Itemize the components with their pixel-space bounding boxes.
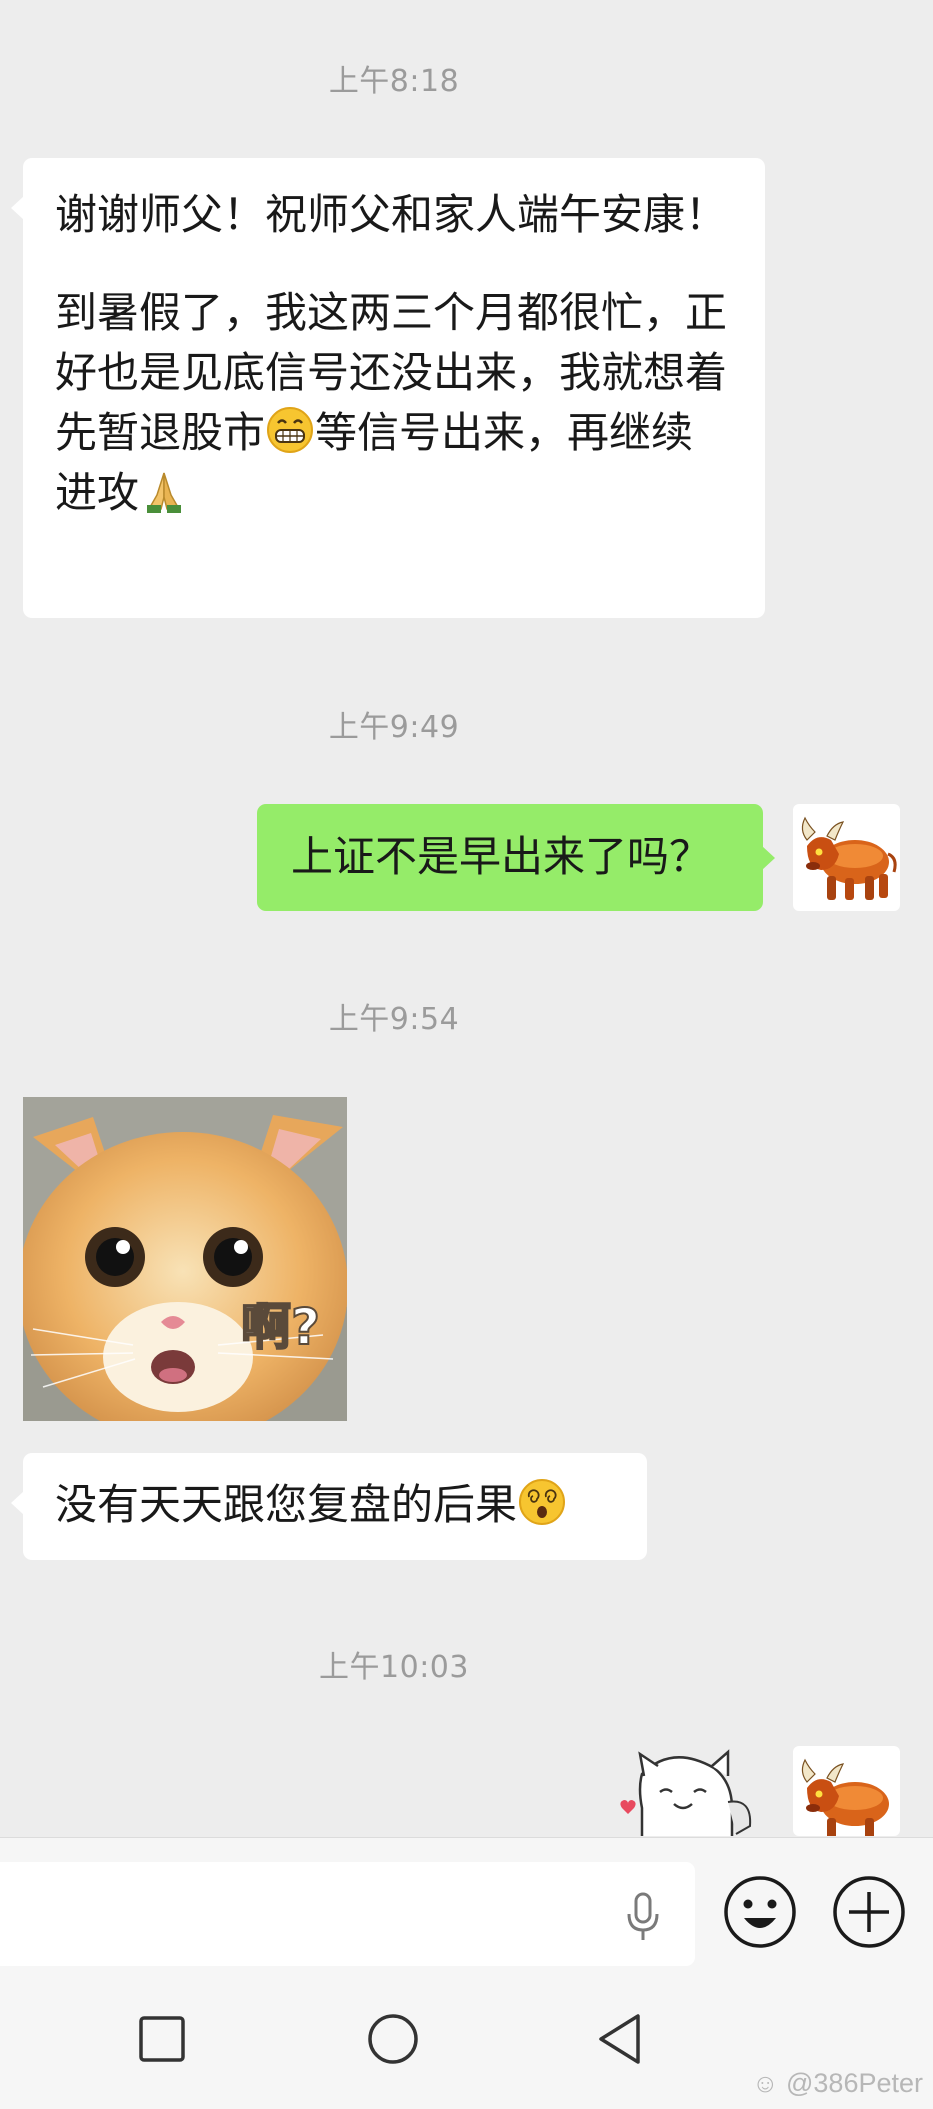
cat-sticker-icon	[23, 1097, 347, 1421]
weibo-logo-icon: ☺	[751, 2068, 779, 2098]
message-text: 上证不是早出来了吗？	[291, 832, 712, 881]
timestamp: 上午8:18	[328, 64, 460, 99]
white-cat-sticker-icon	[620, 1749, 752, 1836]
smiley-icon[interactable]	[722, 1874, 798, 1950]
triangle-back-icon[interactable]	[596, 2012, 644, 2066]
message-text-paragraph: 到暑假了，我这两三个月都很忙，正好也是见底信号还没出来，我就想着先暂退股市 等信…	[55, 283, 735, 523]
timestamp: 上午10:03	[319, 1650, 469, 1685]
watermark-text: @386Peter	[786, 2068, 923, 2098]
cat-sticker-image[interactable]: 啊?	[23, 1097, 347, 1421]
outgoing-message[interactable]: 上证不是早出来了吗？	[257, 804, 775, 911]
message-text: 谢谢师父！祝师父和家人端午安康！	[55, 190, 728, 239]
bull-icon	[801, 1758, 889, 1836]
cat-sticker-outgoing[interactable]	[616, 1742, 756, 1836]
plus-circle-icon[interactable]	[831, 1874, 907, 1950]
weibo-watermark: ☺ @386Peter	[752, 2068, 923, 2099]
bull-icon	[801, 816, 897, 900]
orange-bull-avatar[interactable]	[793, 1746, 900, 1836]
microphone-icon[interactable]	[622, 1892, 664, 1942]
timestamp: 上午9:54	[328, 1002, 460, 1037]
message-input[interactable]	[0, 1862, 695, 1966]
grinning-face-emoji	[267, 407, 314, 453]
chat-input-bar	[0, 1837, 933, 1969]
circle-icon[interactable]	[366, 2012, 420, 2066]
dizzy-face-emoji	[519, 1479, 566, 1525]
orange-bull-avatar[interactable]	[793, 804, 900, 911]
folded-hands-emoji	[147, 472, 182, 513]
timestamp: 上午9:49	[328, 710, 460, 745]
incoming-message[interactable]: 谢谢师父！祝师父和家人端午安康！ 到暑假了，我这两三个月都很忙，正好也是见底信号…	[11, 158, 765, 618]
message-text: 没有天天跟您复盘的后果	[55, 1480, 518, 1529]
square-icon[interactable]	[138, 2015, 186, 2063]
incoming-message[interactable]: 没有天天跟您复盘的后果	[11, 1453, 647, 1560]
sticker-caption: 啊?	[240, 1297, 321, 1357]
